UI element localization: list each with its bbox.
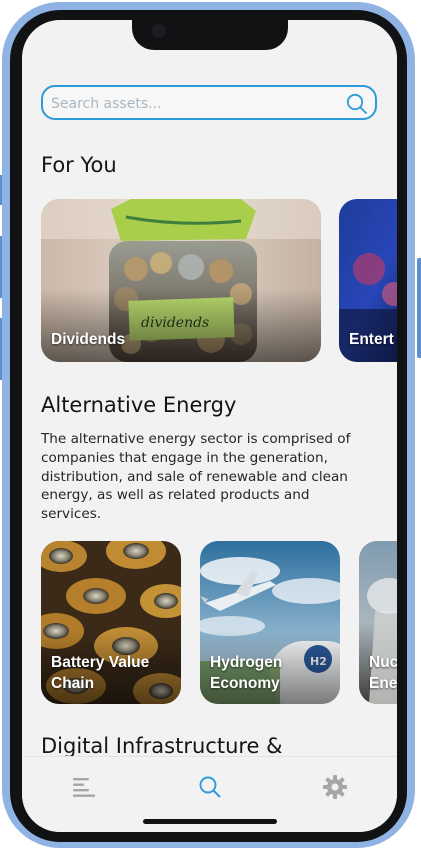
asset-card-hydrogen-economy[interactable]: H2 Hydrogen Economy <box>200 541 340 704</box>
search-input[interactable] <box>49 93 343 115</box>
card-label: Dividends <box>51 331 126 348</box>
search-icon[interactable] <box>346 93 368 115</box>
gear-icon[interactable] <box>322 774 348 800</box>
notch <box>132 20 288 50</box>
alternative-energy-title: Alternative Energy <box>41 393 237 417</box>
asset-card-battery-value-chain[interactable]: Battery Value Chain <box>41 541 181 704</box>
card-label: Nuc Ene <box>369 654 397 692</box>
card-label: Hydrogen Economy <box>210 654 283 692</box>
for-you-title: For You <box>41 153 117 177</box>
search-icon[interactable] <box>198 775 222 799</box>
asset-card-entertainment[interactable]: Entert <box>339 199 397 362</box>
alternative-energy-description: The alternative energy sector is compris… <box>41 431 351 523</box>
tab-search[interactable] <box>194 771 226 803</box>
list-icon[interactable] <box>72 776 96 798</box>
home-indicator <box>143 819 277 824</box>
app-screen: For You <box>22 20 397 832</box>
power-button <box>417 258 421 358</box>
camera-icon <box>152 24 166 38</box>
asset-card-dividends[interactable]: dividends Dividends <box>41 199 321 362</box>
card-label: Entert <box>349 331 394 348</box>
tab-list[interactable] <box>68 771 100 803</box>
asset-card-nuclear-energy[interactable]: Nuc Ene <box>359 541 397 704</box>
card-label: Battery Value Chain <box>51 654 150 692</box>
section-clip: Digital Infrastructure & <box>22 720 397 756</box>
tab-settings[interactable] <box>319 771 351 803</box>
digital-infrastructure-title: Digital Infrastructure & <box>41 734 283 756</box>
search-bar[interactable] <box>41 85 377 120</box>
